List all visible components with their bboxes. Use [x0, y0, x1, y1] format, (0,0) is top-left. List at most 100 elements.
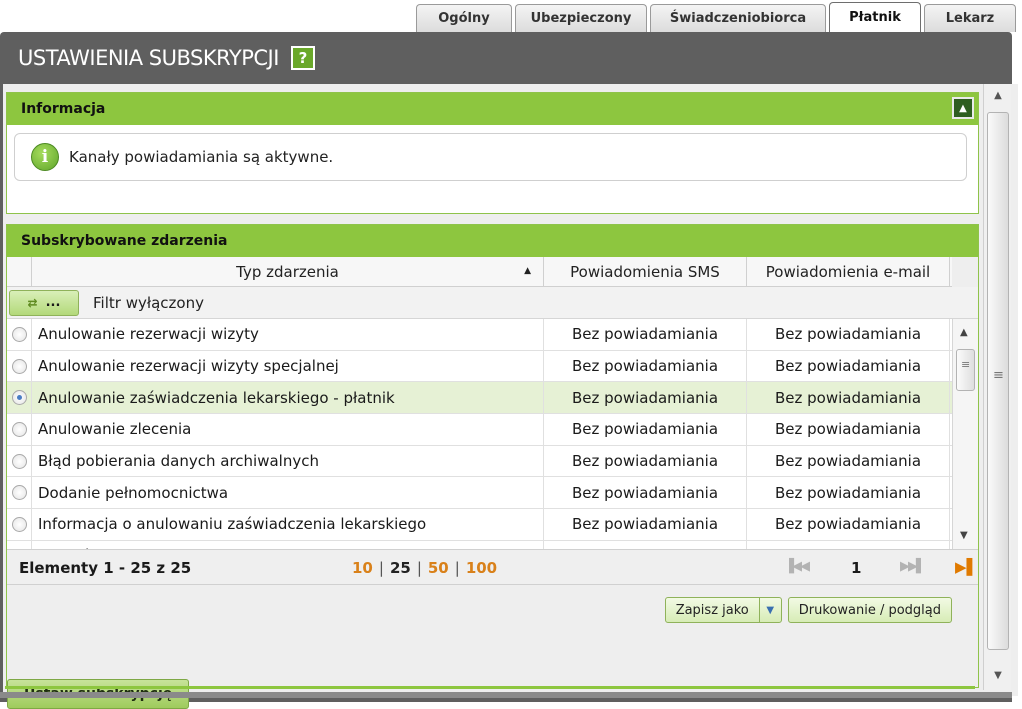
- info-message-box: i Kanały powiadamiania są aktywne.: [14, 133, 967, 181]
- separator: |: [378, 559, 384, 577]
- tab-lekarz[interactable]: Lekarz: [924, 4, 1016, 32]
- tab-bar: Ogólny Ubezpieczony Świadczeniobiorca Pł…: [416, 2, 1016, 32]
- print-preview-label: Drukowanie / podgląd: [798, 602, 941, 618]
- row-select[interactable]: [7, 509, 32, 540]
- row-select[interactable]: [7, 445, 32, 477]
- filter-button-label: ...: [45, 295, 61, 310]
- scroll-down-icon[interactable]: ▼: [991, 670, 1005, 684]
- row-select[interactable]: [7, 382, 32, 414]
- cell-email: Bez powiadamiania: [747, 477, 950, 509]
- radio-button[interactable]: [11, 485, 27, 501]
- table-row-selected[interactable]: Anulowanie zaświadczenia lekarskiego - p…: [7, 382, 952, 415]
- table-row[interactable]: Informacja o anulowaniu zaświadczenia le…: [7, 509, 952, 541]
- header-email[interactable]: Powiadomienia e-mail: [747, 257, 950, 286]
- table-row[interactable]: Nadejście dokumentu z ZUS Bez powiadamia…: [7, 540, 952, 549]
- events-panel-title: Subskrybowane zdarzenia: [21, 233, 228, 249]
- info-panel-header: Informacja ▲: [7, 93, 978, 125]
- table-row[interactable]: Dodanie pełnomocnictwa Bez powiadamiania…: [7, 477, 952, 510]
- event-rows: Anulowanie rezerwacji wizyty Bez powiada…: [7, 319, 952, 549]
- main-frame: USTAWIENIA SUBSKRYPCJI ? Informacja ▲ i …: [0, 32, 1018, 709]
- cell-sms: Bez powiadamiania: [544, 540, 747, 549]
- table-row[interactable]: Anulowanie zlecenia Bez powiadamiania Be…: [7, 414, 952, 446]
- page-size-100[interactable]: 100: [466, 559, 497, 577]
- separator: |: [454, 559, 460, 577]
- row-select[interactable]: [7, 350, 32, 382]
- next-page-icon[interactable]: ▶▶▌: [900, 559, 926, 574]
- tab-ubezpieczony[interactable]: Ubezpieczony: [515, 4, 647, 32]
- info-message: Kanały powiadamiania są aktywne.: [69, 148, 334, 166]
- tab-ogolny[interactable]: Ogólny: [416, 4, 512, 32]
- events-panel: Subskrybowane zdarzenia Typ zdarzenia ▲ …: [6, 224, 979, 688]
- cell-email: Bez powiadamiania: [747, 350, 950, 382]
- collapse-up-icon[interactable]: ▲: [952, 97, 974, 119]
- cell-email: Bez powiadamiania: [747, 445, 950, 477]
- cell-event-type: Dodanie pełnomocnictwa: [32, 477, 544, 509]
- cell-event-type: Nadejście dokumentu z ZUS: [32, 540, 544, 549]
- radio-button[interactable]: [11, 358, 27, 374]
- radio-button[interactable]: [11, 516, 27, 532]
- print-preview-button[interactable]: Drukowanie / podgląd: [787, 597, 952, 623]
- header-event-type[interactable]: Typ zdarzenia ▲: [32, 257, 544, 286]
- row-select[interactable]: [7, 477, 32, 509]
- table-row[interactable]: Anulowanie rezerwacji wizyty Bez powiada…: [7, 319, 952, 351]
- dropdown-arrow-icon[interactable]: ▼: [758, 598, 781, 622]
- scroll-up-icon[interactable]: ▲: [991, 90, 1005, 104]
- table-row[interactable]: Anulowanie rezerwacji wizyty specjalnej …: [7, 350, 952, 383]
- header-sms[interactable]: Powiadomienia SMS: [544, 257, 747, 286]
- radio-button[interactable]: [11, 453, 27, 469]
- header-event-type-label: Typ zdarzenia: [236, 262, 339, 281]
- grid-scrollbar[interactable]: ▲ ≡ ▼: [952, 319, 978, 549]
- cell-sms: Bez powiadamiania: [544, 382, 747, 414]
- sort-ascending-icon[interactable]: ▲: [524, 266, 531, 276]
- help-icon[interactable]: ?: [290, 46, 315, 70]
- cell-email: Bez powiadamiania: [747, 414, 950, 445]
- tab-swiadczeniobiorca[interactable]: Świadczeniobiorca: [650, 4, 826, 32]
- page-size-10[interactable]: 10: [352, 559, 373, 577]
- first-page-icon[interactable]: ▐◀◀: [784, 559, 810, 574]
- pager: Elementy 1 - 25 z 25 10 | 25 | 50 | 100 …: [7, 549, 978, 585]
- page-size-selector: 10 | 25 | 50 | 100: [352, 559, 497, 577]
- page-scrollbar[interactable]: ▲ ≡ ▼: [983, 84, 1011, 690]
- cell-event-type: Anulowanie zaświadczenia lekarskiego - p…: [32, 382, 544, 414]
- cell-email: Bez powiadamiania: [747, 382, 950, 414]
- cell-event-type: Anulowanie rezerwacji wizyty specjalnej: [32, 350, 544, 382]
- content-area: Informacja ▲ i Kanały powiadamiania są a…: [3, 84, 1018, 709]
- save-as-label: Zapisz jako: [675, 602, 749, 618]
- page-size-25[interactable]: 25: [390, 559, 411, 577]
- panel-bottom-border: [5, 686, 975, 689]
- header-email-label: Powiadomienia e-mail: [765, 262, 931, 281]
- scroll-down-icon[interactable]: ▼: [960, 530, 968, 541]
- frame-header: USTAWIENIA SUBSKRYPCJI ?: [0, 32, 1012, 84]
- cell-event-type: Anulowanie zlecenia: [32, 414, 544, 445]
- filter-bar: ⇄ ... Filtr wyłączony: [7, 287, 978, 319]
- row-select[interactable]: [7, 540, 32, 549]
- grip-icon: ≡: [961, 358, 971, 371]
- radio-button-checked[interactable]: [11, 390, 27, 406]
- info-icon: i: [31, 143, 59, 171]
- cell-email: Bez powiadamiania: [747, 509, 950, 540]
- page-scroll-thumb[interactable]: ≡: [987, 112, 1009, 650]
- cell-sms: Bez powiadamiania: [544, 509, 747, 540]
- events-panel-header: Subskrybowane zdarzenia: [7, 225, 978, 257]
- cell-sms: Bez powiadamiania: [544, 319, 747, 350]
- cell-email: Bez powiadamiania: [747, 319, 950, 350]
- grid-header: Typ zdarzenia ▲ Powiadomienia SMS Powiad…: [7, 257, 952, 287]
- go-to-end-icon[interactable]: ▶▌: [955, 558, 978, 576]
- info-panel-title: Informacja: [21, 101, 106, 117]
- radio-button[interactable]: [11, 326, 27, 342]
- info-panel: Informacja ▲ i Kanały powiadamiania są a…: [6, 92, 979, 214]
- page-size-50[interactable]: 50: [428, 559, 449, 577]
- filter-button[interactable]: ⇄ ...: [9, 289, 79, 316]
- grid-actions: Zapisz jako ▼ Drukowanie / podgląd: [664, 597, 952, 623]
- cell-sms: Bez powiadamiania: [544, 445, 747, 477]
- scroll-up-icon[interactable]: ▲: [960, 327, 968, 338]
- radio-button[interactable]: [11, 421, 27, 437]
- grid-scroll-thumb[interactable]: ≡: [956, 349, 975, 391]
- table-row[interactable]: Błąd pobierania danych archiwalnych Bez …: [7, 445, 952, 478]
- cell-event-type: Anulowanie rezerwacji wizyty: [32, 319, 544, 350]
- save-as-button[interactable]: Zapisz jako ▼: [664, 597, 782, 623]
- row-select[interactable]: [7, 319, 32, 350]
- separator: |: [416, 559, 422, 577]
- row-select[interactable]: [7, 414, 32, 445]
- tab-platnik[interactable]: Płatnik: [829, 2, 921, 32]
